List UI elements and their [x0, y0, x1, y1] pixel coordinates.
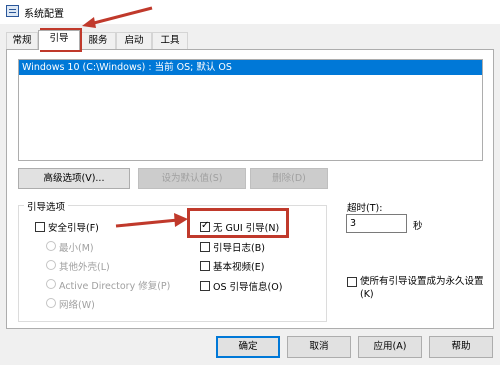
boot-log-label: 引导日志(B) [213, 243, 265, 254]
make-permanent-label: 使所有引导设置成为永久设置(K) [360, 276, 484, 300]
cancel-button[interactable]: 取消 [287, 336, 351, 358]
boot-options-group-label: 引导选项 [24, 199, 69, 213]
arrow-to-boot-tab-icon [82, 6, 153, 28]
network-label: 网络(W) [59, 300, 95, 311]
help-button[interactable]: 帮助 [429, 336, 493, 358]
os-boot-info-label: OS 引导信息(O) [213, 282, 283, 293]
tab-boot[interactable]: 引导 [38, 30, 80, 50]
safe-boot-label: 安全引导(F) [48, 223, 99, 234]
network-radio[interactable] [46, 298, 56, 308]
tab-general[interactable]: 常规 [6, 32, 38, 49]
alternate-shell-label: 其他外壳(L) [59, 262, 110, 273]
base-video-checkbox[interactable] [200, 261, 210, 271]
timeout-input[interactable]: 3 [346, 214, 407, 233]
boot-log-checkbox[interactable] [200, 242, 210, 252]
advanced-options-button[interactable]: 高级选项(V)... [18, 168, 130, 189]
os-list-item[interactable]: Windows 10 (C:\Windows) : 当前 OS; 默认 OS [19, 60, 482, 75]
tab-startup[interactable]: 启动 [116, 32, 152, 49]
tab-services[interactable]: 服务 [80, 32, 116, 49]
no-gui-boot-highlight [187, 208, 289, 238]
minimal-radio[interactable] [46, 241, 56, 251]
ok-button[interactable]: 确定 [216, 336, 280, 358]
set-default-button[interactable]: 设为默认值(S) [138, 168, 246, 189]
title-bar [0, 0, 500, 24]
alternate-shell-radio[interactable] [46, 260, 56, 270]
active-directory-label: Active Directory 修复(P) [59, 281, 171, 292]
safe-boot-checkbox[interactable] [35, 222, 45, 232]
minimal-label: 最小(M) [59, 243, 94, 254]
timeout-label: 超时(T): [347, 203, 383, 214]
active-directory-radio[interactable] [46, 279, 56, 289]
timeout-unit: 秒 [413, 221, 423, 232]
system-config-icon [6, 5, 19, 17]
base-video-label: 基本视频(E) [213, 262, 265, 273]
delete-button[interactable]: 删除(D) [250, 168, 328, 189]
tab-tools[interactable]: 工具 [152, 32, 188, 49]
apply-button[interactable]: 应用(A) [358, 336, 422, 358]
arrow-to-no-gui-boot-icon [115, 213, 188, 228]
window-title: 系统配置 [24, 9, 64, 20]
make-permanent-checkbox[interactable] [347, 277, 357, 287]
os-boot-info-checkbox[interactable] [200, 281, 210, 291]
